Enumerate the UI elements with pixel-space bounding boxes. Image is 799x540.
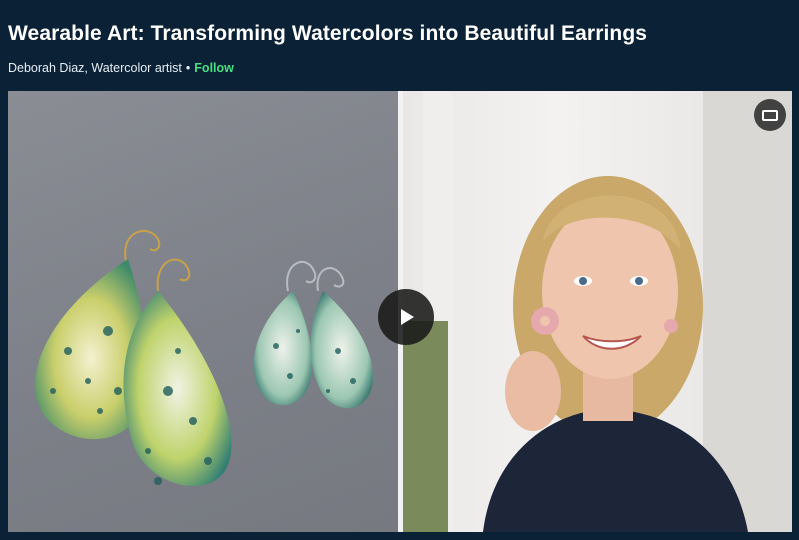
follow-button[interactable]: Follow [194,61,234,75]
byline-separator: • [185,61,191,75]
screen-mode-icon [762,109,778,121]
instructor-illustration [403,91,792,532]
play-button[interactable] [378,289,434,345]
instructor-image [403,91,792,532]
course-title: Wearable Art: Transforming Watercolors i… [8,22,648,45]
screen-mode-button[interactable] [754,99,786,131]
byline: Deborah Diaz, Watercolor artist • Follow [8,61,234,75]
video-player[interactable] [8,91,792,532]
earrings-illustration [35,229,373,487]
earrings-image [8,91,398,532]
instructor-name[interactable]: Deborah Diaz, Watercolor artist [8,61,182,75]
play-icon [401,309,414,325]
